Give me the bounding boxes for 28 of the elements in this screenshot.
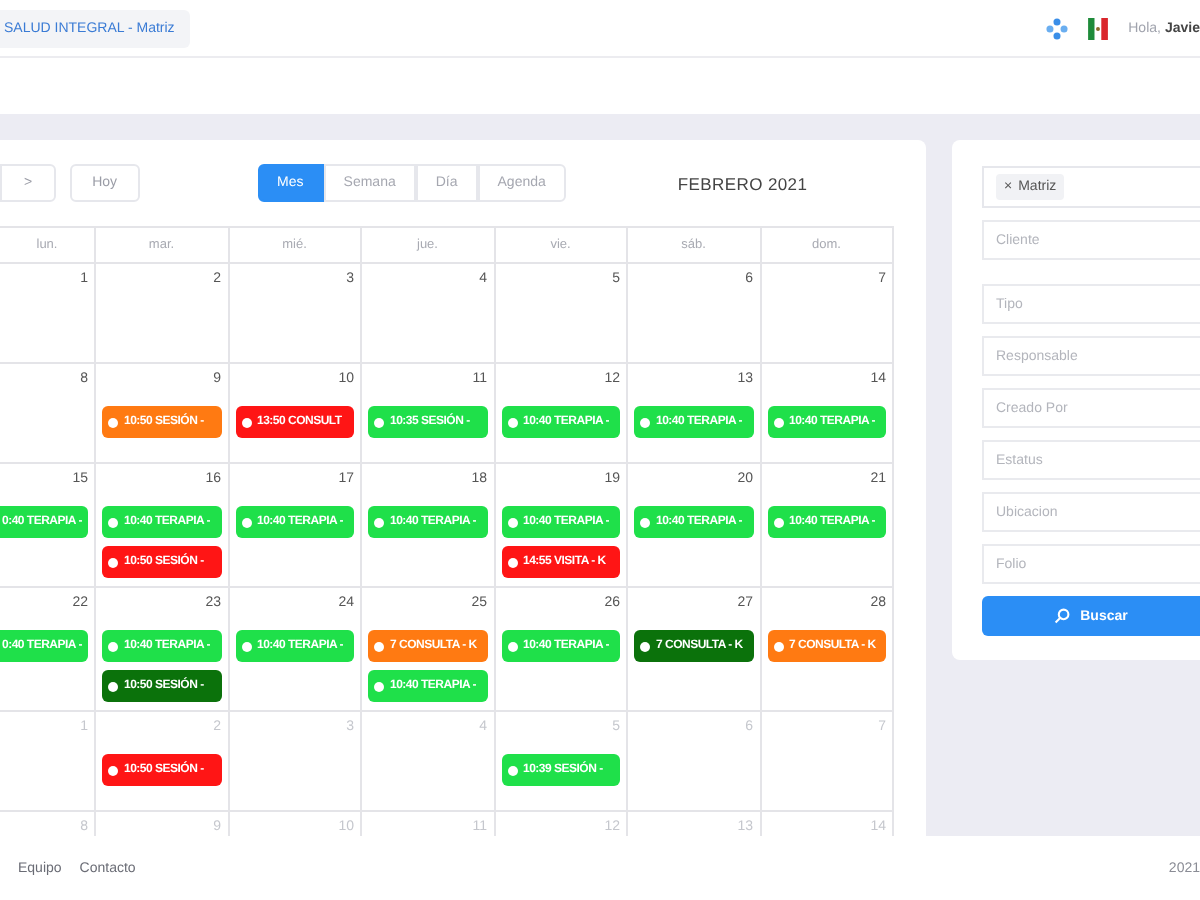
dot-icon <box>507 641 517 651</box>
dot-icon <box>507 557 517 567</box>
dot-icon <box>640 517 650 527</box>
dot-icon <box>108 681 118 691</box>
dot-icon <box>108 557 118 567</box>
dot-icon <box>374 517 384 527</box>
dot-icon <box>374 641 384 651</box>
dot-icon <box>640 641 650 651</box>
dot-icon <box>108 765 118 775</box>
dot-icon <box>507 765 517 775</box>
dot-icon <box>374 681 384 691</box>
dot-icon <box>773 641 783 651</box>
month-title: FEBRERO 2021 <box>677 173 808 193</box>
dot-icon <box>640 417 650 427</box>
dot-icon <box>108 417 118 427</box>
dot-icon <box>241 641 251 651</box>
dot-icon <box>108 517 118 527</box>
dots-icon[interactable] <box>1046 17 1069 39</box>
dot-icon <box>241 417 251 427</box>
dot-icon <box>773 517 783 527</box>
dot-icon <box>507 417 517 427</box>
dot-icon <box>374 417 384 427</box>
search-icon <box>1054 608 1071 624</box>
dot-icon <box>108 641 118 651</box>
dot-icon <box>507 517 517 527</box>
flag-icon[interactable] <box>1088 17 1109 39</box>
dot-icon <box>773 417 783 427</box>
dot-icon <box>241 517 251 527</box>
